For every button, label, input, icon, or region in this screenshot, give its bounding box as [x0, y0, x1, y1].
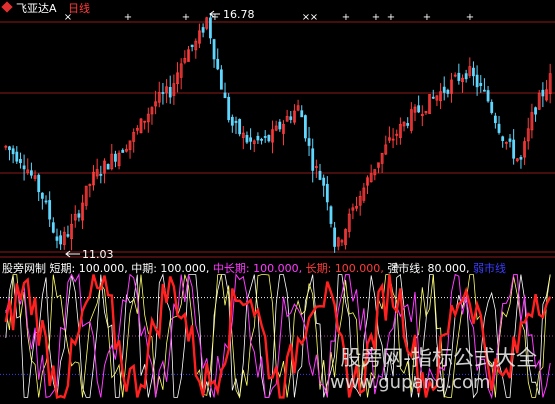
- top-marker: +: [342, 12, 350, 23]
- candle-body: [55, 236, 59, 241]
- candle-body: [322, 177, 326, 186]
- indicator-name: 股旁网制: [2, 262, 46, 275]
- candle-body: [457, 72, 461, 81]
- candle-body: [44, 200, 48, 203]
- candle-body: [106, 163, 110, 170]
- candle-body: [303, 115, 307, 139]
- candle-body: [15, 151, 19, 162]
- candle-body: [260, 138, 263, 141]
- param-label-long: 长期: [305, 262, 328, 275]
- candle-body: [406, 123, 410, 126]
- candle-body: [40, 192, 44, 199]
- candle-body: [464, 73, 468, 80]
- candle-body: [234, 120, 238, 123]
- candle-body: [311, 148, 315, 171]
- candle-body: [161, 92, 165, 94]
- candle-body: [190, 44, 194, 48]
- candle-body: [99, 173, 103, 176]
- candle-body: [66, 234, 70, 237]
- candle-body: [216, 58, 220, 70]
- timeframe-label: 日线: [68, 2, 90, 15]
- watermark-url: www.gupang.com: [330, 372, 491, 393]
- param-label-mid: 中期: [131, 262, 154, 275]
- candle-body: [48, 200, 52, 220]
- candle-body: [37, 174, 41, 193]
- candle-body: [333, 227, 337, 247]
- param-value-short: 100.000: [78, 262, 125, 275]
- candle-body: [534, 107, 537, 115]
- candle-body: [508, 138, 512, 142]
- candle-body: [29, 170, 33, 176]
- indicator-params: 股旁网制 短期: 100.000, 中期: 100.000, 中长期: 100.…: [2, 262, 507, 275]
- candle-body: [19, 158, 22, 164]
- param-value-mid: 100.000: [160, 262, 206, 275]
- chart-window: 16.78 11.03 × + + + × × + + + + + 飞亚达A 日线 股旁网制 短期: 1…: [0, 0, 555, 404]
- candle-body: [223, 92, 227, 99]
- candle-body: [519, 157, 523, 160]
- candle-body: [121, 149, 125, 153]
- candle-body: [486, 90, 490, 102]
- param-value-midlong: 100.000: [253, 262, 299, 275]
- candle-body: [300, 110, 304, 118]
- high-price-label: 16.78: [223, 8, 255, 21]
- param-label-strong: 强市线: [387, 262, 421, 275]
- candle-body: [8, 146, 11, 151]
- candle-body: [475, 74, 479, 88]
- candle-body: [325, 183, 329, 203]
- candle-body: [245, 134, 249, 143]
- candle-body: [201, 27, 205, 33]
- candle-body: [77, 213, 81, 218]
- candle-body: [446, 89, 450, 94]
- candle-body: [472, 67, 475, 77]
- candle-body: [219, 69, 223, 90]
- candle-body: [417, 105, 421, 113]
- candle-body: [114, 153, 117, 162]
- candle-body: [289, 116, 293, 120]
- top-marker: +: [423, 12, 431, 23]
- candle-body: [11, 148, 15, 155]
- low-price-label: 11.03: [82, 248, 114, 261]
- candle-body: [541, 89, 545, 97]
- top-marker: +: [124, 12, 132, 23]
- param-value-strong: 80.000: [427, 262, 467, 275]
- top-marker: +: [211, 12, 219, 23]
- candle-body: [307, 138, 311, 146]
- candle-body: [490, 101, 494, 113]
- candle-body: [230, 116, 234, 126]
- candle-body: [22, 165, 26, 170]
- candle-body: [483, 89, 486, 92]
- watermark-text: 股旁网-指标公式大全: [340, 346, 537, 370]
- candle-body: [329, 206, 333, 224]
- candle-body: [512, 139, 516, 159]
- candle-body: [431, 96, 435, 99]
- symbol-label: 飞亚达A: [16, 2, 57, 15]
- candle-body: [212, 39, 216, 60]
- candle-body: [59, 235, 63, 245]
- candle-body: [318, 170, 322, 180]
- candle-body: [227, 96, 231, 121]
- top-marker: ×: [310, 12, 318, 23]
- candle-body: [263, 136, 267, 138]
- param-label-weak: 弱市线: [473, 262, 507, 275]
- candle-body: [267, 135, 271, 142]
- param-label-midlong: 中长期: [212, 262, 246, 275]
- candle-body: [51, 222, 55, 233]
- candle-body: [238, 119, 242, 135]
- candle-body: [168, 86, 172, 98]
- top-marker: +: [387, 12, 395, 23]
- top-marker: +: [372, 12, 380, 23]
- candle-body: [479, 82, 483, 86]
- candle-body: [493, 115, 497, 124]
- param-value-long: 100.000: [334, 262, 381, 275]
- candle-body: [497, 123, 501, 133]
- candle-body: [442, 86, 446, 93]
- top-marker: +: [466, 12, 474, 23]
- param-label-short: 短期: [49, 262, 72, 275]
- candle-body: [501, 136, 505, 142]
- top-marker: +: [182, 12, 190, 23]
- candle-body: [256, 135, 260, 141]
- candle-body: [249, 137, 253, 142]
- candle-body: [278, 121, 282, 130]
